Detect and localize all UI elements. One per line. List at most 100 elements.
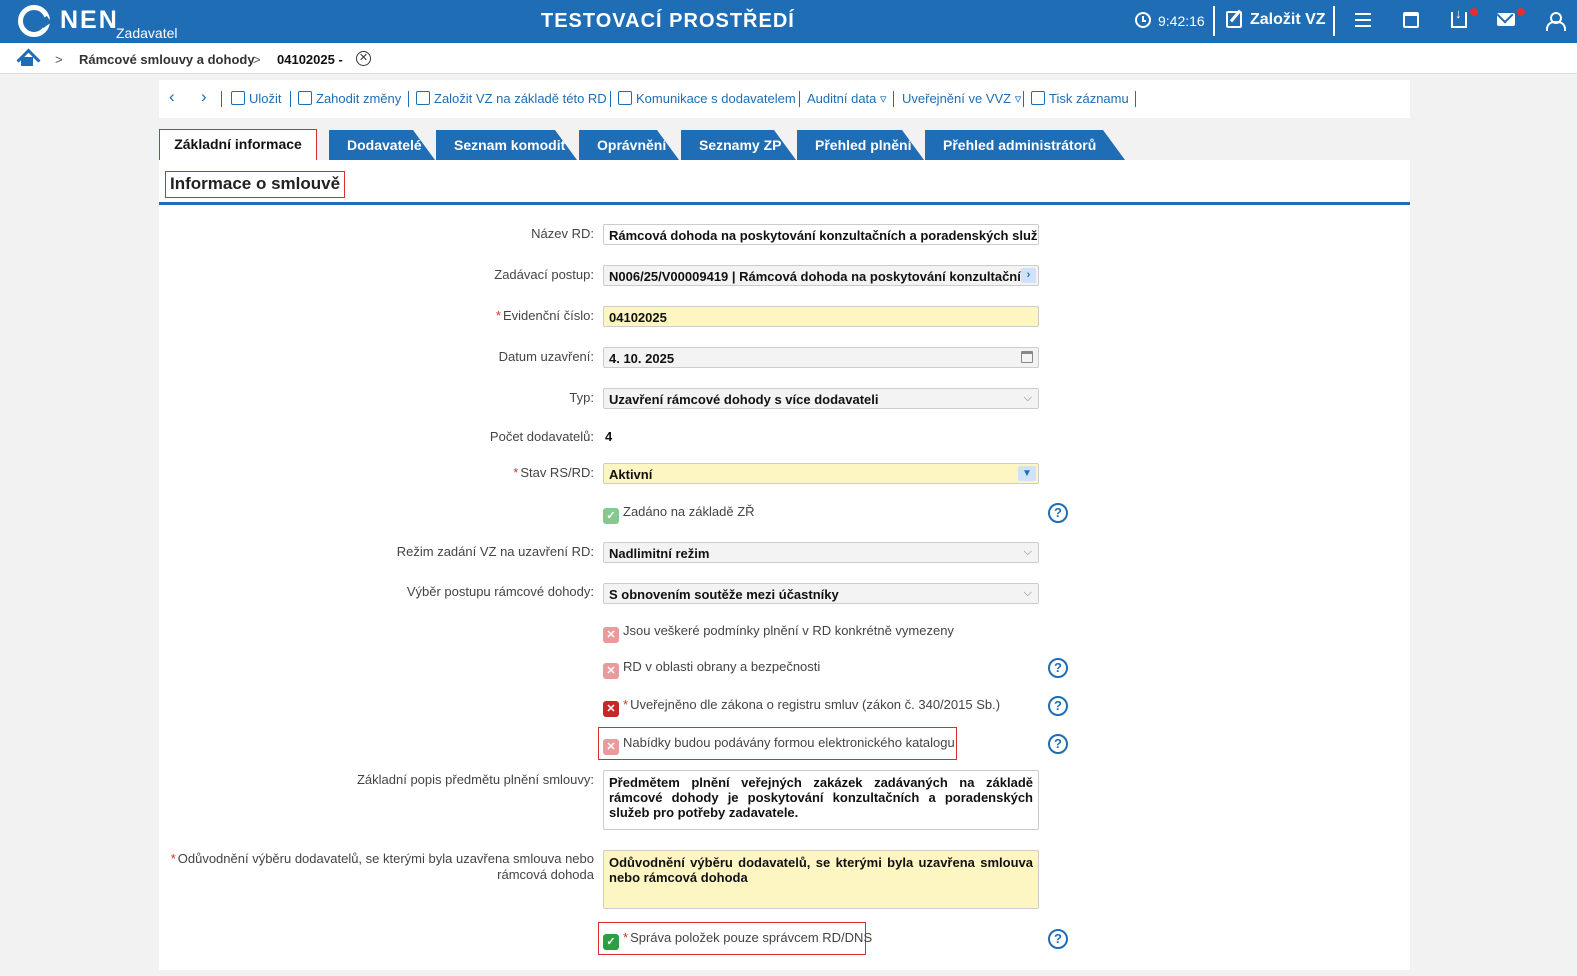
tab-permissions[interactable]: Oprávnění (579, 130, 679, 160)
breadcrumb-item-framework-contracts[interactable]: Rámcové smlouvy a dohody (79, 52, 255, 67)
user-icon[interactable] (1546, 12, 1566, 31)
tab-commodity-list[interactable]: Seznam komodit (436, 130, 577, 160)
rd-name-label: Název RD: (531, 226, 594, 241)
status-label-text: Stav RS/RD: (520, 465, 594, 480)
toolbar-divider (290, 91, 291, 107)
cross-icon: ✕ (603, 627, 619, 643)
mode-label: Režim zadání VZ na uzavření RD: (396, 544, 594, 559)
header-divider (1213, 6, 1215, 36)
tab-administrators-overview[interactable]: Přehled administrátorů (925, 130, 1125, 160)
toolbar-divider (1135, 91, 1136, 107)
closing-date-input[interactable]: 4. 10. 2025 (603, 347, 1039, 368)
justification-textarea[interactable]: Odůvodnění výběru dodavatelů, se kterými… (603, 850, 1039, 909)
registration-number-input[interactable]: 04102025 (603, 306, 1039, 327)
description-label: Základní popis předmětu plnění smlouvy: (356, 772, 594, 787)
status-select[interactable]: Aktivní ▼ (603, 463, 1039, 484)
help-icon[interactable]: ? (1048, 696, 1068, 716)
help-icon[interactable]: ? (1048, 929, 1068, 949)
toolbar-divider (221, 91, 222, 107)
clipboard-icon (618, 91, 632, 105)
mode-select[interactable]: Nadlimitní režim ⌵ (603, 542, 1039, 563)
header-divider (1333, 6, 1335, 36)
tab-zp-lists[interactable]: Seznamy ZP (681, 130, 796, 160)
close-icon[interactable]: ✕ (356, 51, 371, 66)
logo-text[interactable]: NEN (60, 6, 119, 35)
supplier-communication-button[interactable]: Komunikace s dodavatelem (618, 91, 796, 106)
help-icon[interactable]: ? (1048, 734, 1068, 754)
conditions-label: Jsou veškeré podmínky plnění v RD konkré… (623, 623, 954, 638)
tab-suppliers[interactable]: Dodavatelé (329, 130, 435, 160)
discard-label: Zahodit změny (316, 91, 402, 106)
check-icon: ✓ (603, 508, 619, 524)
cross-icon: ✕ (603, 739, 619, 755)
mail-icon[interactable] (1497, 13, 1515, 26)
toolbar-divider (610, 91, 611, 107)
chevron-down-icon[interactable]: ▼ (1018, 466, 1036, 481)
procedure-value: N006/25/V00009419 | Rámcová dohoda na po… (609, 269, 1038, 284)
chevron-right-icon: > (253, 52, 261, 67)
zadano-checkbox[interactable]: ✓ Zadáno na základě ZŘ (603, 504, 755, 524)
description-textarea[interactable]: Předmětem plnění veřejných zakázek zadáv… (603, 770, 1039, 830)
type-label: Typ: (569, 390, 594, 405)
required-mark: * (623, 697, 629, 712)
home-icon[interactable] (18, 50, 36, 66)
procedure-field[interactable]: N006/25/V00009419 | Rámcová dohoda na po… (603, 265, 1039, 286)
menu-icon[interactable] (1355, 13, 1371, 27)
procedure-selection-label: Výběr postupu rámcové dohody: (406, 584, 594, 599)
create-vz-button[interactable]: Založit VZ (1250, 11, 1326, 29)
forward-button[interactable]: › (201, 87, 207, 107)
cross-icon: ✕ (603, 701, 619, 717)
calendar-icon[interactable] (1403, 12, 1419, 28)
audit-data-dropdown[interactable]: Auditní data ▿ (807, 91, 887, 107)
conditions-checkbox[interactable]: ✕ Jsou veškeré podmínky plnění v RD konkr… (603, 623, 954, 643)
tab-basic-info[interactable]: Základní informace (159, 129, 317, 161)
tab-performance-overview[interactable]: Přehled plnění (797, 130, 924, 160)
zadano-label: Zadáno na základě ZŘ (623, 504, 755, 519)
defense-checkbox[interactable]: ✕ RD v oblasti obrany a bezpečnosti (603, 659, 820, 679)
supplier-count-label: Počet dodavatelů: (489, 429, 594, 444)
logo-subtitle: Zadavatel (116, 25, 178, 41)
calendar-icon[interactable] (1021, 351, 1033, 363)
required-mark: * (170, 851, 176, 866)
e-catalog-checkbox[interactable]: ✕ Nabídky budou podávány formou elektroni… (603, 735, 955, 755)
print-record-button[interactable]: Tisk záznamu (1031, 91, 1129, 106)
save-button[interactable]: Uložit (231, 91, 282, 106)
discard-changes-button[interactable]: Zahodit změny (298, 91, 401, 106)
type-select[interactable]: Uzavření rámcové dohody s více dodavatel… (603, 388, 1039, 409)
mail-notification-dot (1517, 8, 1525, 16)
rd-name-field[interactable]: Rámcová dohoda na poskytování konzultačn… (603, 224, 1039, 245)
save-label: Uložit (249, 91, 282, 106)
settings-doc-icon (416, 91, 430, 105)
vvz-publication-dropdown[interactable]: Uveřejnění ve VVZ ▿ (902, 91, 1021, 107)
help-icon[interactable]: ? (1048, 503, 1068, 523)
item-management-checkbox[interactable]: ✓ * Správa položek pouze správcem RD/DNS (603, 930, 872, 950)
contract-registry-label: Uveřejněno dle zákona o registru smluv (… (630, 697, 1001, 712)
clock-icon (1135, 12, 1151, 28)
toolbar-divider (799, 91, 800, 107)
chevron-right-icon[interactable]: › (1021, 268, 1036, 283)
section-divider (159, 202, 1410, 205)
procedure-label: Zadávací postup: (494, 267, 594, 282)
chevron-down-icon: ⌵ (1023, 546, 1032, 558)
back-button[interactable]: ‹ (169, 87, 175, 107)
create-vz-from-rd-button[interactable]: Založit VZ na základě této RD (416, 91, 607, 106)
required-mark: * (495, 308, 501, 323)
toolbar-divider (893, 91, 894, 107)
edit-icon[interactable] (1226, 11, 1242, 28)
procedure-selection-select[interactable]: S obnovením soutěže mezi účastníky ⌵ (603, 583, 1039, 604)
chevron-right-icon: > (55, 52, 63, 67)
nen-logo-icon[interactable] (18, 5, 50, 37)
chevron-down-icon: ⌵ (1023, 392, 1032, 404)
help-icon[interactable]: ? (1048, 658, 1068, 678)
environment-title: TESTOVACÍ PROSTŘEDÍ (541, 10, 795, 32)
defense-label: RD v oblasti obrany a bezpečnosti (623, 659, 821, 674)
breadcrumb-item-current[interactable]: 04102025 - (277, 52, 343, 67)
chevron-down-icon: ⌵ (1023, 587, 1032, 599)
communication-label: Komunikace s dodavatelem (636, 91, 796, 106)
contract-registry-checkbox[interactable]: ✕ * Uveřejněno dle zákona o registru smluv… (603, 697, 1000, 717)
download-icon[interactable] (1451, 6, 1467, 28)
type-value: Uzavření rámcové dohody s více dodavatel… (609, 392, 879, 407)
required-mark: * (513, 465, 519, 480)
download-notification-dot (1470, 8, 1478, 16)
procedure-selection-value: S obnovením soutěže mezi účastníky (609, 587, 839, 602)
